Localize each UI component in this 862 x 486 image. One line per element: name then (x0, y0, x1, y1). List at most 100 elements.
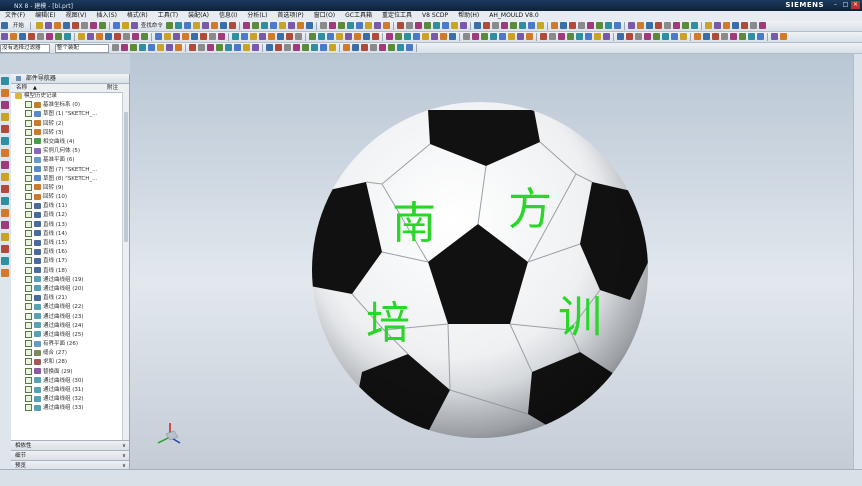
toolbar-tool-icon[interactable] (345, 33, 352, 40)
menu-item-7[interactable]: 信息(I) (214, 11, 242, 21)
menu-item-14[interactable]: 帮助(H) (453, 11, 484, 21)
visibility-checkbox[interactable] (25, 404, 32, 412)
toolbar-tool-icon[interactable] (28, 33, 35, 40)
sort-arrow-icon[interactable]: ▲ (33, 84, 37, 92)
tree-row[interactable]: 基准坐标系 (0) (11, 101, 123, 110)
toolbar-tool-icon[interactable] (260, 22, 268, 29)
toolbar-tool-icon[interactable] (191, 33, 198, 40)
toolbar-tool-icon[interactable] (576, 33, 583, 40)
resource-tab-icon[interactable] (1, 209, 9, 217)
toolbar-tool-icon[interactable] (318, 33, 325, 40)
resource-tab-icon[interactable] (1, 233, 9, 241)
maximize-button[interactable]: □ (841, 1, 850, 9)
toolbar-tool-icon[interactable] (585, 33, 592, 40)
toolbar-tool-icon[interactable] (130, 22, 138, 29)
visibility-checkbox[interactable] (25, 321, 32, 329)
toolbar-tool-icon[interactable] (378, 44, 386, 51)
toolbar-tool-icon[interactable] (386, 33, 393, 40)
toolbar-tool-icon[interactable] (450, 22, 458, 29)
tree-row[interactable]: 草图 (8) "SKETCH_... (11, 174, 123, 184)
toolbar-tool-icon[interactable] (396, 22, 404, 29)
toolbar-tool-icon[interactable] (55, 33, 62, 40)
toolbar-tool-icon[interactable] (405, 44, 413, 51)
toolbar-tool-icon[interactable] (310, 44, 318, 51)
toolbar-tool-icon[interactable] (327, 33, 334, 40)
toolbar-tool-icon[interactable] (201, 22, 209, 29)
toolbar-tool-icon[interactable] (440, 33, 447, 40)
toolbar-tool-icon[interactable] (680, 33, 687, 40)
toolbar-tool-icon[interactable] (1, 33, 8, 40)
toolbar-tool-icon[interactable] (473, 22, 481, 29)
tree-row[interactable]: 直线 (11) (11, 202, 123, 211)
toolbar-tool-icon[interactable] (251, 44, 259, 51)
visibility-checkbox[interactable] (25, 312, 32, 320)
visibility-checkbox[interactable] (25, 284, 32, 292)
toolbar-tool-icon[interactable] (635, 33, 642, 40)
toolbar-tool-icon[interactable] (319, 22, 327, 29)
toolbar-tool-icon[interactable] (604, 22, 612, 29)
toolbar-tool-icon[interactable] (405, 22, 413, 29)
tree-row[interactable]: 通过曲线组 (20) (11, 284, 123, 294)
resource-tab-icon[interactable] (1, 185, 9, 193)
toolbar-tool-icon[interactable] (517, 33, 524, 40)
visibility-checkbox[interactable] (25, 349, 32, 357)
toolbar-tool-icon[interactable] (192, 22, 200, 29)
tree-row[interactable]: 基准平面 (6) (11, 156, 123, 165)
toolbar-tool-icon[interactable] (64, 33, 71, 40)
toolbar-tool-icon[interactable] (577, 22, 585, 29)
toolbar-tool-icon[interactable] (355, 22, 363, 29)
toolbar-tool-icon[interactable] (559, 22, 567, 29)
visibility-checkbox[interactable] (25, 340, 32, 348)
toolbar-tool-icon[interactable] (342, 44, 350, 51)
toolbar-tool-icon[interactable] (509, 22, 517, 29)
toolbar-tool-icon[interactable] (536, 22, 544, 29)
toolbar-tool-icon[interactable] (636, 22, 644, 29)
visibility-checkbox[interactable] (25, 128, 32, 136)
tree-row[interactable]: 通过曲线组 (24) (11, 321, 123, 331)
toolbar-tool-icon[interactable] (114, 33, 121, 40)
toolbar-tool-icon[interactable] (617, 33, 624, 40)
toolbar-tool-icon[interactable] (645, 22, 653, 29)
toolbar-tool-icon[interactable] (78, 33, 85, 40)
toolbar-tool-icon[interactable] (283, 44, 291, 51)
toolbar-tool-icon[interactable] (369, 44, 377, 51)
toolbar-tool-icon[interactable] (690, 22, 698, 29)
tree-row[interactable]: 通过曲线组 (25) (11, 330, 123, 340)
resource-tab-icon[interactable] (1, 125, 9, 133)
toolbar-tool-icon[interactable] (423, 22, 431, 29)
toolbar-tool-icon[interactable] (111, 44, 119, 51)
toolbar-tool-icon[interactable] (242, 44, 250, 51)
toolbar-tool-icon[interactable] (586, 22, 594, 29)
toolbar-tool-icon[interactable] (80, 22, 88, 29)
toolbar-tool-icon[interactable] (518, 22, 526, 29)
toolbar-tool-icon[interactable] (274, 44, 282, 51)
toolbar-tool-icon[interactable] (251, 22, 259, 29)
tree-row[interactable]: 相交曲线 (4) (11, 137, 123, 147)
toolbar-tool-icon[interactable] (491, 22, 499, 29)
toolbar-tool-icon[interactable] (672, 22, 680, 29)
visibility-checkbox[interactable] (25, 376, 32, 384)
visibility-checkbox[interactable] (25, 358, 32, 366)
toolbar-tool-icon[interactable] (382, 22, 390, 29)
toolbar-tool-icon[interactable] (568, 22, 576, 29)
toolbar-tool-icon[interactable] (209, 33, 216, 40)
toolbar-tool-icon[interactable] (704, 22, 712, 29)
selection-filter-dropdown[interactable]: 没有选择过滤器 (0, 44, 50, 53)
toolbar-tool-icon[interactable] (654, 22, 662, 29)
toolbar-tool-icon[interactable] (301, 44, 309, 51)
toolbar-tool-icon[interactable] (372, 33, 379, 40)
toolbar-tool-icon[interactable] (292, 44, 300, 51)
toolbar-tool-icon[interactable] (112, 22, 120, 29)
menu-item-4[interactable]: 格式(R) (122, 11, 153, 21)
toolbar-tool-icon[interactable] (662, 33, 669, 40)
toolbar-tool-icon[interactable] (739, 33, 746, 40)
menu-item-8[interactable]: 分析(L) (242, 11, 272, 21)
toolbar-tool-icon[interactable] (224, 44, 232, 51)
toolbar-tool-icon[interactable] (337, 22, 345, 29)
toolbar-tool-icon[interactable] (681, 22, 689, 29)
visibility-checkbox[interactable] (25, 119, 32, 127)
toolbar-tool-icon[interactable] (269, 22, 277, 29)
toolbar-tool-icon[interactable] (671, 33, 678, 40)
toolbar-tool-icon[interactable] (277, 33, 284, 40)
visibility-checkbox[interactable] (25, 101, 32, 109)
